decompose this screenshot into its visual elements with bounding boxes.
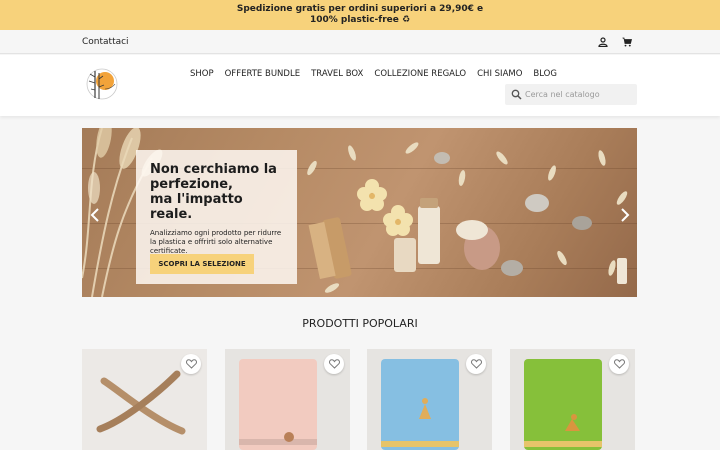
product-card[interactable]: [367, 349, 492, 450]
nav-blog[interactable]: BLOG: [533, 69, 557, 79]
promo-line-1: Spedizione gratis per ordini superiori a…: [236, 4, 484, 14]
product-card[interactable]: [225, 349, 350, 450]
hero-title: Non cerchiamo la perfezione, ma l'impatt…: [150, 162, 283, 222]
hero-cta-button[interactable]: SCOPRI LA SELEZIONE: [150, 254, 254, 274]
product-card[interactable]: [82, 349, 207, 450]
heart-icon: [613, 359, 625, 369]
wishlist-button[interactable]: [609, 354, 629, 374]
popular-products-title: PRODOTTI POPOLARI: [302, 317, 418, 330]
nav-travel-box[interactable]: TRAVEL BOX: [311, 69, 363, 79]
search-input[interactable]: [525, 87, 633, 102]
hero-card: Non cerchiamo la perfezione, ma l'impatt…: [136, 150, 297, 284]
promo-line-2: 100% plastic-free ♻: [309, 15, 411, 25]
hero-text: Analizziamo ogni prodotto per ridurre la…: [150, 229, 282, 255]
main-nav: SHOP OFFERTE BUNDLE TRAVEL BOX COLLEZION…: [190, 69, 568, 79]
hero-title-line-1: Non cerchiamo la: [150, 162, 277, 177]
hero-title-line-3: ma l'impatto reale.: [150, 192, 243, 222]
top-bar: Contattaci: [0, 30, 720, 54]
carousel-next-icon[interactable]: [620, 208, 630, 222]
cart-icon[interactable]: [622, 37, 632, 47]
nav-collezione-regalo[interactable]: COLLEZIONE REGALO: [374, 69, 466, 79]
wishlist-button[interactable]: [466, 354, 486, 374]
carousel-prev-icon[interactable]: [90, 208, 100, 222]
user-icon[interactable]: [598, 37, 608, 47]
nav-chi-siamo[interactable]: CHI SIAMO: [477, 69, 522, 79]
product-card[interactable]: [510, 349, 635, 450]
brand-logo[interactable]: [85, 67, 119, 101]
promo-banner: Spedizione gratis per ordini superiori a…: [0, 0, 720, 30]
nav-shop[interactable]: SHOP: [190, 69, 214, 79]
heart-icon: [185, 359, 197, 369]
search-box: [505, 84, 637, 105]
wishlist-button[interactable]: [324, 354, 344, 374]
contact-link[interactable]: Contattaci: [82, 37, 129, 47]
search-icon[interactable]: [511, 89, 522, 100]
heart-icon: [470, 359, 482, 369]
heart-icon: [328, 359, 340, 369]
hero-carousel: Non cerchiamo la perfezione, ma l'impatt…: [82, 128, 637, 297]
main-header: SHOP OFFERTE BUNDLE TRAVEL BOX COLLEZION…: [0, 55, 720, 116]
nav-offerte-bundle[interactable]: OFFERTE BUNDLE: [225, 69, 300, 79]
wishlist-button[interactable]: [181, 354, 201, 374]
hero-title-line-2: perfezione,: [150, 177, 233, 192]
